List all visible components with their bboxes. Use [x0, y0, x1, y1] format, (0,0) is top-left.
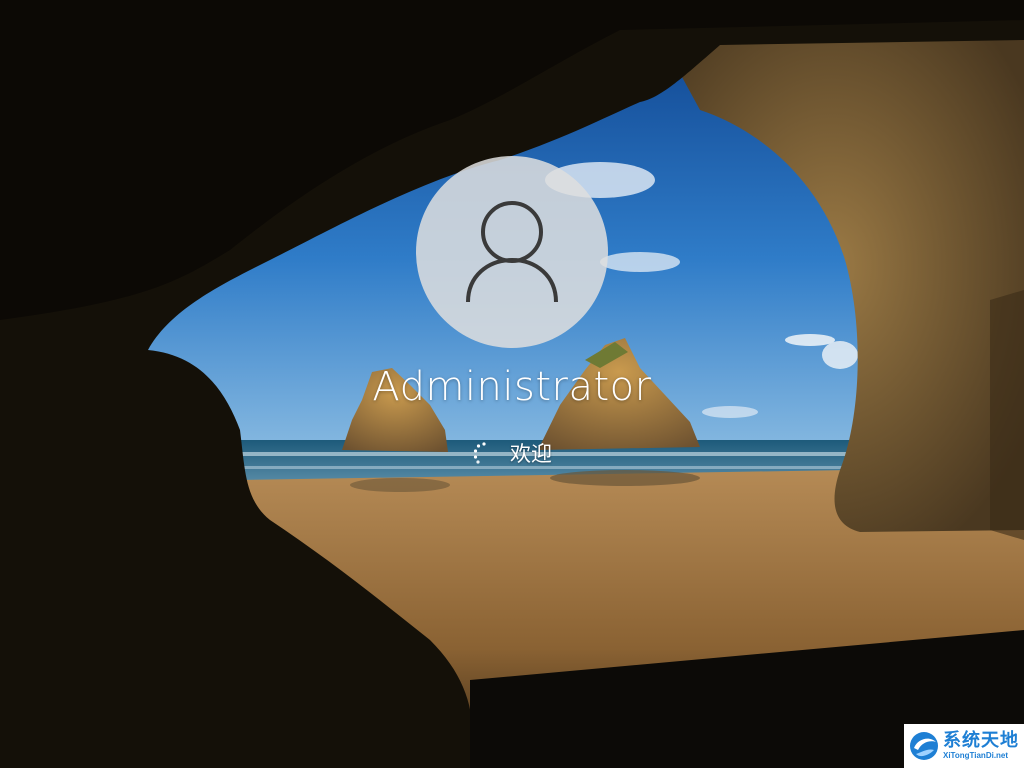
- user-icon: [466, 201, 558, 303]
- user-avatar: [416, 156, 608, 348]
- xitongtiandi-logo-icon: [910, 732, 938, 760]
- loading-spinner-icon: [473, 442, 486, 464]
- watermark-title: 系统天地: [943, 730, 1019, 751]
- lock-screen: Administrator 欢迎 系统天地 XiTongTianDi.net: [0, 0, 1024, 768]
- watermark-logo: 系统天地 XiTongTianDi.net: [904, 724, 1024, 768]
- username-label: Administrator: [372, 364, 652, 410]
- welcome-status-text: 欢迎: [510, 442, 552, 466]
- watermark-subtitle: XiTongTianDi.net: [943, 751, 1009, 760]
- sign-in-status: 欢迎: [0, 438, 1024, 468]
